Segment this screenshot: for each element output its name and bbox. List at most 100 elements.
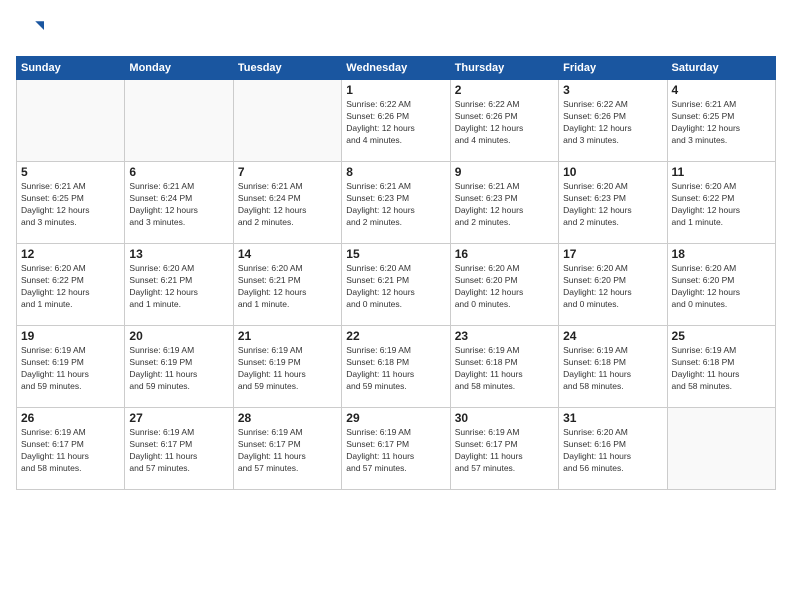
calendar-cell [17,80,125,162]
day-number: 29 [346,411,445,425]
calendar: SundayMondayTuesdayWednesdayThursdayFrid… [16,56,776,490]
calendar-cell: 5Sunrise: 6:21 AM Sunset: 6:25 PM Daylig… [17,162,125,244]
day-info: Sunrise: 6:20 AM Sunset: 6:16 PM Dayligh… [563,427,662,475]
day-number: 13 [129,247,228,261]
calendar-cell: 14Sunrise: 6:20 AM Sunset: 6:21 PM Dayli… [233,244,341,326]
calendar-cell: 1Sunrise: 6:22 AM Sunset: 6:26 PM Daylig… [342,80,450,162]
day-info: Sunrise: 6:20 AM Sunset: 6:22 PM Dayligh… [21,263,120,311]
calendar-cell [667,408,775,490]
weekday-header-row: SundayMondayTuesdayWednesdayThursdayFrid… [17,57,776,80]
day-number: 17 [563,247,662,261]
day-number: 22 [346,329,445,343]
day-number: 18 [672,247,771,261]
day-info: Sunrise: 6:20 AM Sunset: 6:20 PM Dayligh… [563,263,662,311]
calendar-cell: 6 Sunrise: 6:21 AM Sunset: 6:24 PM Daylig… [125,162,233,244]
calendar-cell: 12 Sunrise: 6:20 AM Sunset: 6:22 PM Dayli… [17,244,125,326]
calendar-cell: 31 Sunrise: 6:20 AM Sunset: 6:16 PM Dayli… [559,408,667,490]
day-number: 8 [346,165,445,179]
calendar-cell: 25 Sunrise: 6:19 AM Sunset: 6:18 PM Dayli… [667,326,775,408]
calendar-cell: 9 Sunrise: 6:21 AM Sunset: 6:23 PM Daylig… [450,162,558,244]
day-info: Sunrise: 6:22 AM Sunset: 6:26 PM Dayligh… [563,99,662,147]
day-info: Sunrise: 6:19 AM Sunset: 6:19 PM Dayligh… [129,345,228,393]
calendar-week-4: 19 Sunrise: 6:19 AM Sunset: 6:19 PM Dayli… [17,326,776,408]
page: SundayMondayTuesdayWednesdayThursdayFrid… [0,0,792,612]
day-number: 21 [238,329,337,343]
day-number: 11 [672,165,771,179]
calendar-cell: 3Sunrise: 6:22 AM Sunset: 6:26 PM Daylig… [559,80,667,162]
day-number: 24 [563,329,662,343]
calendar-week-5: 26 Sunrise: 6:19 AM Sunset: 6:17 PM Dayli… [17,408,776,490]
day-info: Sunrise: 6:21 AM Sunset: 6:24 PM Dayligh… [238,181,337,229]
calendar-cell: 26 Sunrise: 6:19 AM Sunset: 6:17 PM Dayli… [17,408,125,490]
day-number: 1 [346,83,445,97]
day-info: Sunrise: 6:21 AM Sunset: 6:23 PM Dayligh… [455,181,554,229]
calendar-cell: 27 Sunrise: 6:19 AM Sunset: 6:17 PM Dayli… [125,408,233,490]
calendar-cell: 29 Sunrise: 6:19 AM Sunset: 6:17 PM Dayli… [342,408,450,490]
day-info: Sunrise: 6:21 AM Sunset: 6:23 PM Dayligh… [346,181,445,229]
day-number: 2 [455,83,554,97]
day-info: Sunrise: 6:19 AM Sunset: 6:18 PM Dayligh… [455,345,554,393]
calendar-cell: 20 Sunrise: 6:19 AM Sunset: 6:19 PM Dayli… [125,326,233,408]
weekday-header-sunday: Sunday [17,57,125,80]
day-number: 28 [238,411,337,425]
calendar-cell: 10Sunrise: 6:20 AM Sunset: 6:23 PM Dayli… [559,162,667,244]
calendar-cell: 23Sunrise: 6:19 AM Sunset: 6:18 PM Dayli… [450,326,558,408]
calendar-week-3: 12 Sunrise: 6:20 AM Sunset: 6:22 PM Dayli… [17,244,776,326]
calendar-cell: 7 Sunrise: 6:21 AM Sunset: 6:24 PM Daylig… [233,162,341,244]
day-info: Sunrise: 6:20 AM Sunset: 6:20 PM Dayligh… [672,263,771,311]
calendar-cell: 18 Sunrise: 6:20 AM Sunset: 6:20 PM Dayli… [667,244,775,326]
calendar-cell: 13Sunrise: 6:20 AM Sunset: 6:21 PM Dayli… [125,244,233,326]
day-info: Sunrise: 6:19 AM Sunset: 6:17 PM Dayligh… [455,427,554,475]
calendar-cell: 17 Sunrise: 6:20 AM Sunset: 6:20 PM Dayli… [559,244,667,326]
calendar-cell: 8 Sunrise: 6:21 AM Sunset: 6:23 PM Daylig… [342,162,450,244]
weekday-header-saturday: Saturday [667,57,775,80]
day-info: Sunrise: 6:22 AM Sunset: 6:26 PM Dayligh… [455,99,554,147]
day-number: 10 [563,165,662,179]
day-info: Sunrise: 6:19 AM Sunset: 6:19 PM Dayligh… [21,345,120,393]
day-info: Sunrise: 6:20 AM Sunset: 6:20 PM Dayligh… [455,263,554,311]
day-info: Sunrise: 6:19 AM Sunset: 6:19 PM Dayligh… [238,345,337,393]
day-number: 19 [21,329,120,343]
day-info: Sunrise: 6:19 AM Sunset: 6:18 PM Dayligh… [563,345,662,393]
day-info: Sunrise: 6:19 AM Sunset: 6:18 PM Dayligh… [346,345,445,393]
logo [16,16,48,44]
calendar-cell [125,80,233,162]
day-number: 16 [455,247,554,261]
day-info: Sunrise: 6:21 AM Sunset: 6:24 PM Dayligh… [129,181,228,229]
day-number: 25 [672,329,771,343]
logo-icon [16,16,44,44]
calendar-cell: 28 Sunrise: 6:19 AM Sunset: 6:17 PM Dayli… [233,408,341,490]
day-info: Sunrise: 6:19 AM Sunset: 6:17 PM Dayligh… [129,427,228,475]
day-number: 31 [563,411,662,425]
day-info: Sunrise: 6:19 AM Sunset: 6:17 PM Dayligh… [21,427,120,475]
calendar-cell: 30 Sunrise: 6:19 AM Sunset: 6:17 PM Dayli… [450,408,558,490]
calendar-week-2: 5Sunrise: 6:21 AM Sunset: 6:25 PM Daylig… [17,162,776,244]
calendar-cell: 24 Sunrise: 6:19 AM Sunset: 6:18 PM Dayli… [559,326,667,408]
day-number: 6 [129,165,228,179]
calendar-cell: 21 Sunrise: 6:19 AM Sunset: 6:19 PM Dayli… [233,326,341,408]
calendar-cell: 4 Sunrise: 6:21 AM Sunset: 6:25 PM Daylig… [667,80,775,162]
day-number: 26 [21,411,120,425]
day-number: 20 [129,329,228,343]
day-info: Sunrise: 6:19 AM Sunset: 6:17 PM Dayligh… [346,427,445,475]
day-number: 4 [672,83,771,97]
day-info: Sunrise: 6:21 AM Sunset: 6:25 PM Dayligh… [672,99,771,147]
weekday-header-tuesday: Tuesday [233,57,341,80]
day-info: Sunrise: 6:20 AM Sunset: 6:22 PM Dayligh… [672,181,771,229]
day-number: 30 [455,411,554,425]
day-number: 5 [21,165,120,179]
day-number: 9 [455,165,554,179]
day-info: Sunrise: 6:20 AM Sunset: 6:21 PM Dayligh… [346,263,445,311]
day-number: 12 [21,247,120,261]
weekday-header-wednesday: Wednesday [342,57,450,80]
day-info: Sunrise: 6:19 AM Sunset: 6:18 PM Dayligh… [672,345,771,393]
calendar-week-1: 1 Sunrise: 6:22 AM Sunset: 6:26 PM Daylig… [17,80,776,162]
header [16,16,776,44]
day-number: 27 [129,411,228,425]
calendar-cell: 16 Sunrise: 6:20 AM Sunset: 6:20 PM Dayli… [450,244,558,326]
day-number: 7 [238,165,337,179]
day-info: Sunrise: 6:19 AM Sunset: 6:17 PM Dayligh… [238,427,337,475]
calendar-cell: 15 Sunrise: 6:20 AM Sunset: 6:21 PM Dayli… [342,244,450,326]
day-number: 15 [346,247,445,261]
calendar-cell: 11 Sunrise: 6:20 AM Sunset: 6:22 PM Dayli… [667,162,775,244]
